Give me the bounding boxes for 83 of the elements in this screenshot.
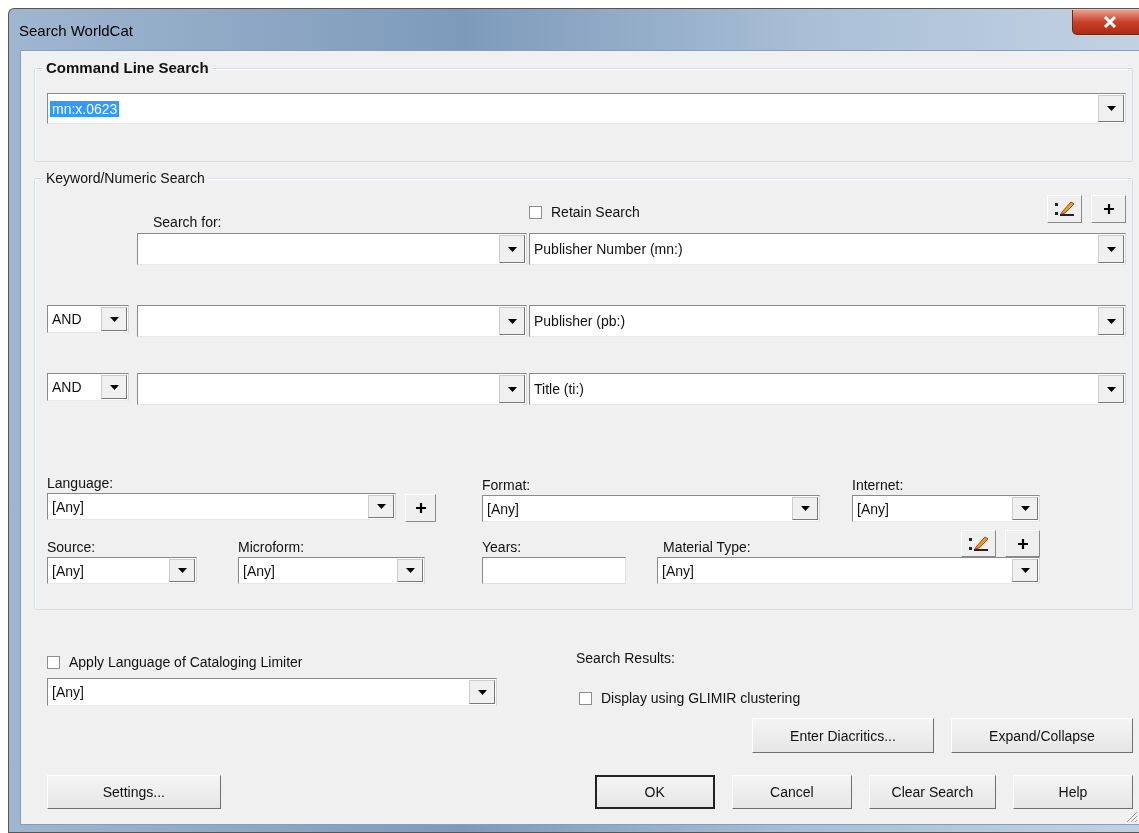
dropdown-arrow-button[interactable] [499,375,525,403]
button[interactable]: Help [1012,775,1133,809]
field-label: Search for: [153,214,223,230]
list-pencil-icon [967,534,990,553]
dropdown-arrow-button[interactable] [469,680,495,704]
close-icon [1103,16,1117,28]
caret-icon [1106,106,1116,111]
selected-text: mn:x.0623 [50,100,120,117]
plus-icon [1016,537,1029,550]
caret-icon [1020,568,1030,573]
window-title: Search WorldCat [19,22,133,39]
caret-icon [1106,318,1116,324]
close-button[interactable] [1072,10,1139,35]
caret-icon [1020,506,1030,511]
dropdown[interactable]: [Any] [482,495,820,522]
dropdown-arrow-button[interactable] [1012,497,1038,520]
field-label: Language: [47,474,114,493]
dropdown-arrow-button[interactable] [1012,559,1038,582]
button[interactable]: Clear Search [868,775,996,809]
field-label: Format: [482,476,531,495]
caret-icon [1106,246,1116,252]
dropdown-arrow-button[interactable] [169,559,195,582]
edit-list-button[interactable] [1047,195,1082,223]
dropdown[interactable]: AND [47,373,129,401]
input-field[interactable] [482,557,626,584]
checkbox[interactable] [529,205,542,219]
checkbox[interactable] [47,655,60,669]
dropdown[interactable]: AND [47,305,129,333]
dropdown[interactable]: [Any] [47,493,396,520]
field-label: Material Type: [663,538,751,557]
dropdown-arrow-button[interactable] [1098,95,1124,122]
dropdown[interactable]: [Any] [47,557,197,584]
dropdown[interactable]: [Any] [657,557,1040,584]
list-pencil-icon [1053,200,1076,218]
caret-icon [507,386,517,392]
caret-icon [477,689,487,695]
add-button[interactable] [1091,195,1126,223]
caret-icon [376,504,386,509]
dropdown-arrow-button[interactable] [792,497,818,520]
caret-icon [507,318,517,324]
caret-icon [177,568,187,573]
dropdown-arrow-button[interactable] [101,307,127,331]
dropdown-arrow-button[interactable] [1098,307,1124,335]
field-label: Source: [47,538,96,557]
field-label: Microform: [238,538,305,557]
caret-icon [1106,386,1116,392]
dropdown[interactable]: [Any] [852,495,1040,522]
button[interactable]: Settings... [47,775,221,809]
dropdown-arrow-button[interactable] [499,235,525,263]
checkbox-label[interactable]: Apply Language of Cataloging Limiter [69,654,303,670]
dropdown[interactable]: Publisher Number (mn:) [529,233,1126,265]
add-button[interactable] [1005,530,1040,557]
field-label: Internet: [852,476,904,495]
dropdown[interactable]: [Any] [238,557,425,584]
button[interactable]: Expand/Collapse [951,718,1133,753]
button[interactable]: OK [594,775,715,809]
caret-icon [507,246,517,252]
dropdown[interactable]: Publisher (pb:) [529,305,1126,337]
checkbox-label[interactable]: Retain Search [551,204,640,220]
dropdown-arrow-button[interactable] [368,495,394,518]
add-button[interactable] [405,494,436,522]
caret-icon [109,316,119,322]
dropdown-arrow-button[interactable] [1098,375,1124,403]
plus-icon [414,502,427,514]
caret-icon [109,384,119,390]
resize-grip-icon [1127,812,1137,822]
dropdown[interactable]: Title (ti:) [529,373,1126,405]
plus-icon [1102,203,1115,215]
checkbox[interactable] [579,691,592,705]
dropdown-arrow-button[interactable] [397,559,423,582]
group-title: Keyword/Numeric Search [43,169,208,187]
section-label: Search Results: [576,650,676,666]
dropdown-arrow-button[interactable] [1098,235,1124,263]
dropdown[interactable]: [Any] [47,678,497,706]
caret-icon [405,568,415,573]
checkbox-label[interactable]: Display using GLIMIR clustering [601,690,801,706]
button[interactable]: Cancel [731,775,852,809]
dropdown-arrow-button[interactable] [499,307,525,335]
edit-list-button[interactable] [961,530,996,557]
button[interactable]: Enter Diacritics... [752,718,934,753]
caret-icon [800,506,810,511]
field-label: Years: [482,538,522,557]
dropdown-arrow-button[interactable] [101,375,127,399]
